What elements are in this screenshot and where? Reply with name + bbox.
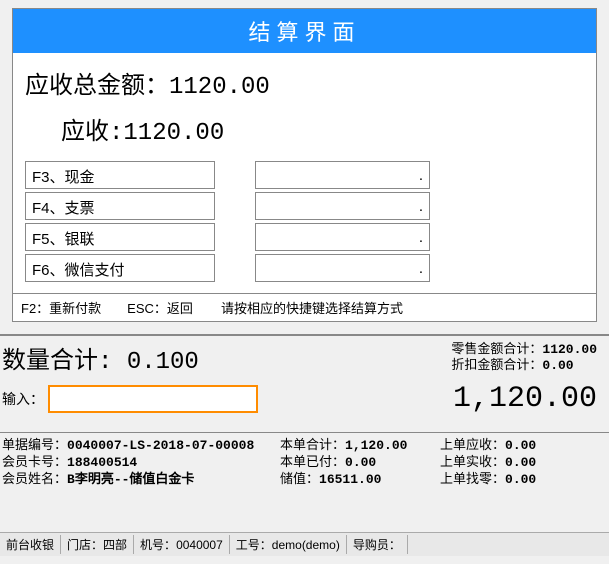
prev-recv-value: 0.00 xyxy=(505,438,536,453)
prev-actual-label: 上单实收： xyxy=(440,455,505,470)
totals-row: 数量合计: 0.100 零售金额合计：1120.00 折扣金额合计：0.00 xyxy=(0,336,609,376)
total-receivable-row: 应收总金额：1120.00 xyxy=(25,65,584,101)
prev-change-label: 上单找零： xyxy=(440,472,505,487)
prev-actual-value: 0.00 xyxy=(505,455,536,470)
this-paid-label: 本单已付： xyxy=(280,455,345,470)
card-no-label: 会员卡号： xyxy=(2,455,67,470)
summary-right: 零售金额合计：1120.00 折扣金额合计：0.00 xyxy=(451,340,597,374)
discount-value: 0.00 xyxy=(542,358,573,373)
total-receivable-label: 应收总金额： xyxy=(25,74,169,101)
doc-no-label: 单据编号： xyxy=(2,438,67,453)
payment-label-cheque: F4、支票 xyxy=(25,192,215,220)
status-bar: 前台收银 门店：四部 机号：0040007 工号：demo(demo) 导购员： xyxy=(0,532,609,556)
receivable-value: 1120.00 xyxy=(123,120,224,147)
discount-label: 折扣金额合计： xyxy=(451,358,542,373)
member-name-label: 会员姓名： xyxy=(2,472,67,487)
qty-label: 数量合计: xyxy=(2,349,112,376)
footer-hint-right: 请按相应的快捷键选择结算方式 xyxy=(221,298,588,317)
status-machine: 机号：0040007 xyxy=(134,535,230,554)
doc-no-value: 0040007-LS-2018-07-00008 xyxy=(67,438,254,453)
payment-row-cheque: F4、支票 xyxy=(25,192,584,220)
payment-methods: F3、现金 F4、支票 F5、银联 F6、微信支付 xyxy=(13,161,596,293)
grand-total: 1,120.00 xyxy=(258,382,597,416)
payment-label-wechat: F6、微信支付 xyxy=(25,254,215,282)
amount-section: 应收总金额：1120.00 应收:1120.00 xyxy=(13,53,596,161)
payment-row-cash: F3、现金 xyxy=(25,161,584,189)
retail-value: 1120.00 xyxy=(542,342,597,357)
this-total-value: 1,120.00 xyxy=(345,438,407,453)
input-label: 输入： xyxy=(2,389,44,409)
this-total-label: 本单合计： xyxy=(280,438,345,453)
receivable-label: 应收: xyxy=(61,120,123,147)
member-name-value: B李明亮--储值白金卡 xyxy=(67,472,194,487)
settlement-panel: 结算界面 应收总金额：1120.00 应收:1120.00 F3、现金 F4、支… xyxy=(12,8,597,322)
receivable-row: 应收:1120.00 xyxy=(25,111,584,147)
footer-hint-left: F2：重新付款 ESC：返回 xyxy=(21,298,221,317)
qty-value: 0.100 xyxy=(127,349,199,376)
card-no-value: 188400514 xyxy=(67,455,137,470)
main-input[interactable] xyxy=(48,385,258,413)
payment-input-unionpay[interactable] xyxy=(255,223,430,251)
stored-value: 16511.00 xyxy=(319,472,381,487)
payment-label-unionpay: F5、银联 xyxy=(25,223,215,251)
status-sales: 导购员： xyxy=(347,535,408,554)
prev-change-value: 0.00 xyxy=(505,472,536,487)
panel-title: 结算界面 xyxy=(13,9,596,53)
stored-label: 储值： xyxy=(280,472,319,487)
retail-label: 零售金额合计： xyxy=(451,342,542,357)
payment-row-unionpay: F5、银联 xyxy=(25,223,584,251)
input-row: 输入： 1,120.00 xyxy=(0,376,609,416)
payment-input-cheque[interactable] xyxy=(255,192,430,220)
order-info: 单据编号：0040007-LS-2018-07-00008 本单合计：1,120… xyxy=(0,433,609,488)
panel-footer: F2：重新付款 ESC：返回 请按相应的快捷键选择结算方式 xyxy=(13,293,596,321)
total-receivable-value: 1120.00 xyxy=(169,74,270,101)
qty-total: 数量合计: 0.100 xyxy=(2,340,451,376)
payment-row-wechat: F6、微信支付 xyxy=(25,254,584,282)
status-store: 门店：四部 xyxy=(61,535,134,554)
status-operator: 工号：demo(demo) xyxy=(230,535,347,554)
prev-recv-label: 上单应收： xyxy=(440,438,505,453)
payment-input-cash[interactable] xyxy=(255,161,430,189)
this-paid-value: 0.00 xyxy=(345,455,376,470)
status-mode: 前台收银 xyxy=(0,535,61,554)
payment-input-wechat[interactable] xyxy=(255,254,430,282)
payment-label-cash: F3、现金 xyxy=(25,161,215,189)
